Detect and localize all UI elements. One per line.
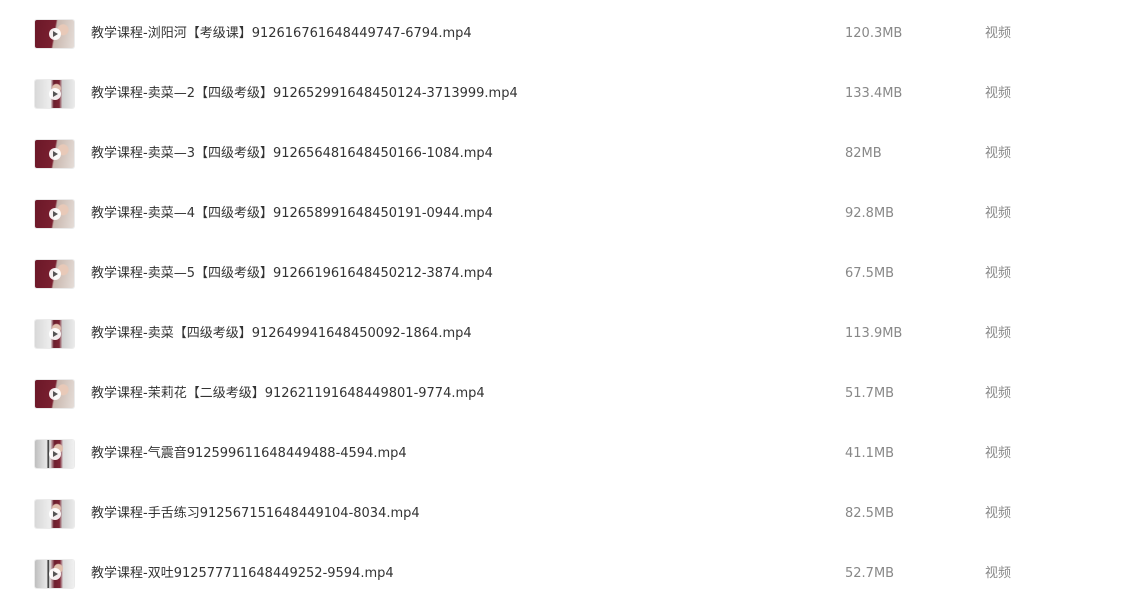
file-type: 视频 — [985, 386, 1012, 401]
play-icon — [48, 148, 61, 160]
file-row[interactable]: 教学课程-手舌练习912567151648449104-8034.mp4 82.… — [0, 494, 1124, 554]
file-size: 120.3MB — [845, 26, 903, 41]
play-icon — [48, 88, 61, 100]
play-icon — [48, 508, 61, 520]
video-thumbnail[interactable] — [35, 80, 74, 108]
file-name[interactable]: 教学课程-气震音912599611648449488-4594.mp4 — [91, 446, 407, 462]
video-thumbnail[interactable] — [35, 560, 74, 588]
file-name[interactable]: 教学课程-手舌练习912567151648449104-8034.mp4 — [91, 506, 420, 522]
play-icon — [48, 208, 61, 220]
file-row[interactable]: 教学课程-卖菜【四级考级】912649941648450092-1864.mp4… — [0, 314, 1124, 374]
file-row[interactable]: 教学课程-卖菜—4【四级考级】912658991648450191-0944.m… — [0, 194, 1124, 254]
file-type: 视频 — [985, 146, 1012, 161]
file-size: 92.8MB — [845, 206, 895, 221]
file-name[interactable]: 教学课程-卖菜—4【四级考级】912658991648450191-0944.m… — [91, 206, 493, 222]
file-name[interactable]: 教学课程-双吐912577711648449252-9594.mp4 — [91, 566, 394, 582]
file-type: 视频 — [985, 446, 1012, 461]
file-type: 视频 — [985, 26, 1012, 41]
file-type: 视频 — [985, 86, 1012, 101]
play-icon — [48, 388, 61, 400]
play-icon — [48, 268, 61, 280]
file-size: 82MB — [845, 146, 882, 161]
file-size: 67.5MB — [845, 266, 895, 281]
file-row[interactable]: 教学课程-卖菜—2【四级考级】912652991648450124-371399… — [0, 74, 1124, 134]
video-thumbnail[interactable] — [35, 20, 74, 48]
video-thumbnail[interactable] — [35, 500, 74, 528]
file-size: 113.9MB — [845, 326, 903, 341]
file-size: 51.7MB — [845, 386, 895, 401]
file-row[interactable]: 教学课程-茉莉花【二级考级】912621191648449801-9774.mp… — [0, 374, 1124, 434]
file-list: 教学课程-浏阳河【考级课】912616761648449747-6794.mp4… — [0, 0, 1124, 600]
play-icon — [48, 328, 61, 340]
file-row[interactable]: 教学课程-双吐912577711648449252-9594.mp4 52.7M… — [0, 554, 1124, 600]
video-thumbnail[interactable] — [35, 380, 74, 408]
file-size: 82.5MB — [845, 506, 895, 521]
video-thumbnail[interactable] — [35, 140, 74, 168]
file-name[interactable]: 教学课程-卖菜—5【四级考级】912661961648450212-3874.m… — [91, 266, 493, 282]
file-size: 133.4MB — [845, 86, 903, 101]
file-name[interactable]: 教学课程-卖菜—3【四级考级】912656481648450166-1084.m… — [91, 146, 493, 162]
file-type: 视频 — [985, 506, 1012, 521]
file-name[interactable]: 教学课程-茉莉花【二级考级】912621191648449801-9774.mp… — [91, 386, 485, 402]
file-row[interactable]: 教学课程-卖菜—3【四级考级】912656481648450166-1084.m… — [0, 134, 1124, 194]
file-type: 视频 — [985, 566, 1012, 581]
play-icon — [48, 448, 61, 460]
file-name[interactable]: 教学课程-卖菜—2【四级考级】912652991648450124-371399… — [91, 86, 518, 102]
video-thumbnail[interactable] — [35, 200, 74, 228]
file-row[interactable]: 教学课程-卖菜—5【四级考级】912661961648450212-3874.m… — [0, 254, 1124, 314]
file-name[interactable]: 教学课程-卖菜【四级考级】912649941648450092-1864.mp4 — [91, 326, 472, 342]
file-name[interactable]: 教学课程-浏阳河【考级课】912616761648449747-6794.mp4 — [91, 26, 472, 42]
file-type: 视频 — [985, 266, 1012, 281]
file-row[interactable]: 教学课程-浏阳河【考级课】912616761648449747-6794.mp4… — [0, 14, 1124, 74]
file-type: 视频 — [985, 206, 1012, 221]
video-thumbnail[interactable] — [35, 320, 74, 348]
play-icon — [48, 568, 61, 580]
file-size: 41.1MB — [845, 446, 895, 461]
video-thumbnail[interactable] — [35, 440, 74, 468]
file-type: 视频 — [985, 326, 1012, 341]
video-thumbnail[interactable] — [35, 260, 74, 288]
file-row[interactable]: 教学课程-气震音912599611648449488-4594.mp4 41.1… — [0, 434, 1124, 494]
file-size: 52.7MB — [845, 566, 895, 581]
play-icon — [48, 28, 61, 40]
